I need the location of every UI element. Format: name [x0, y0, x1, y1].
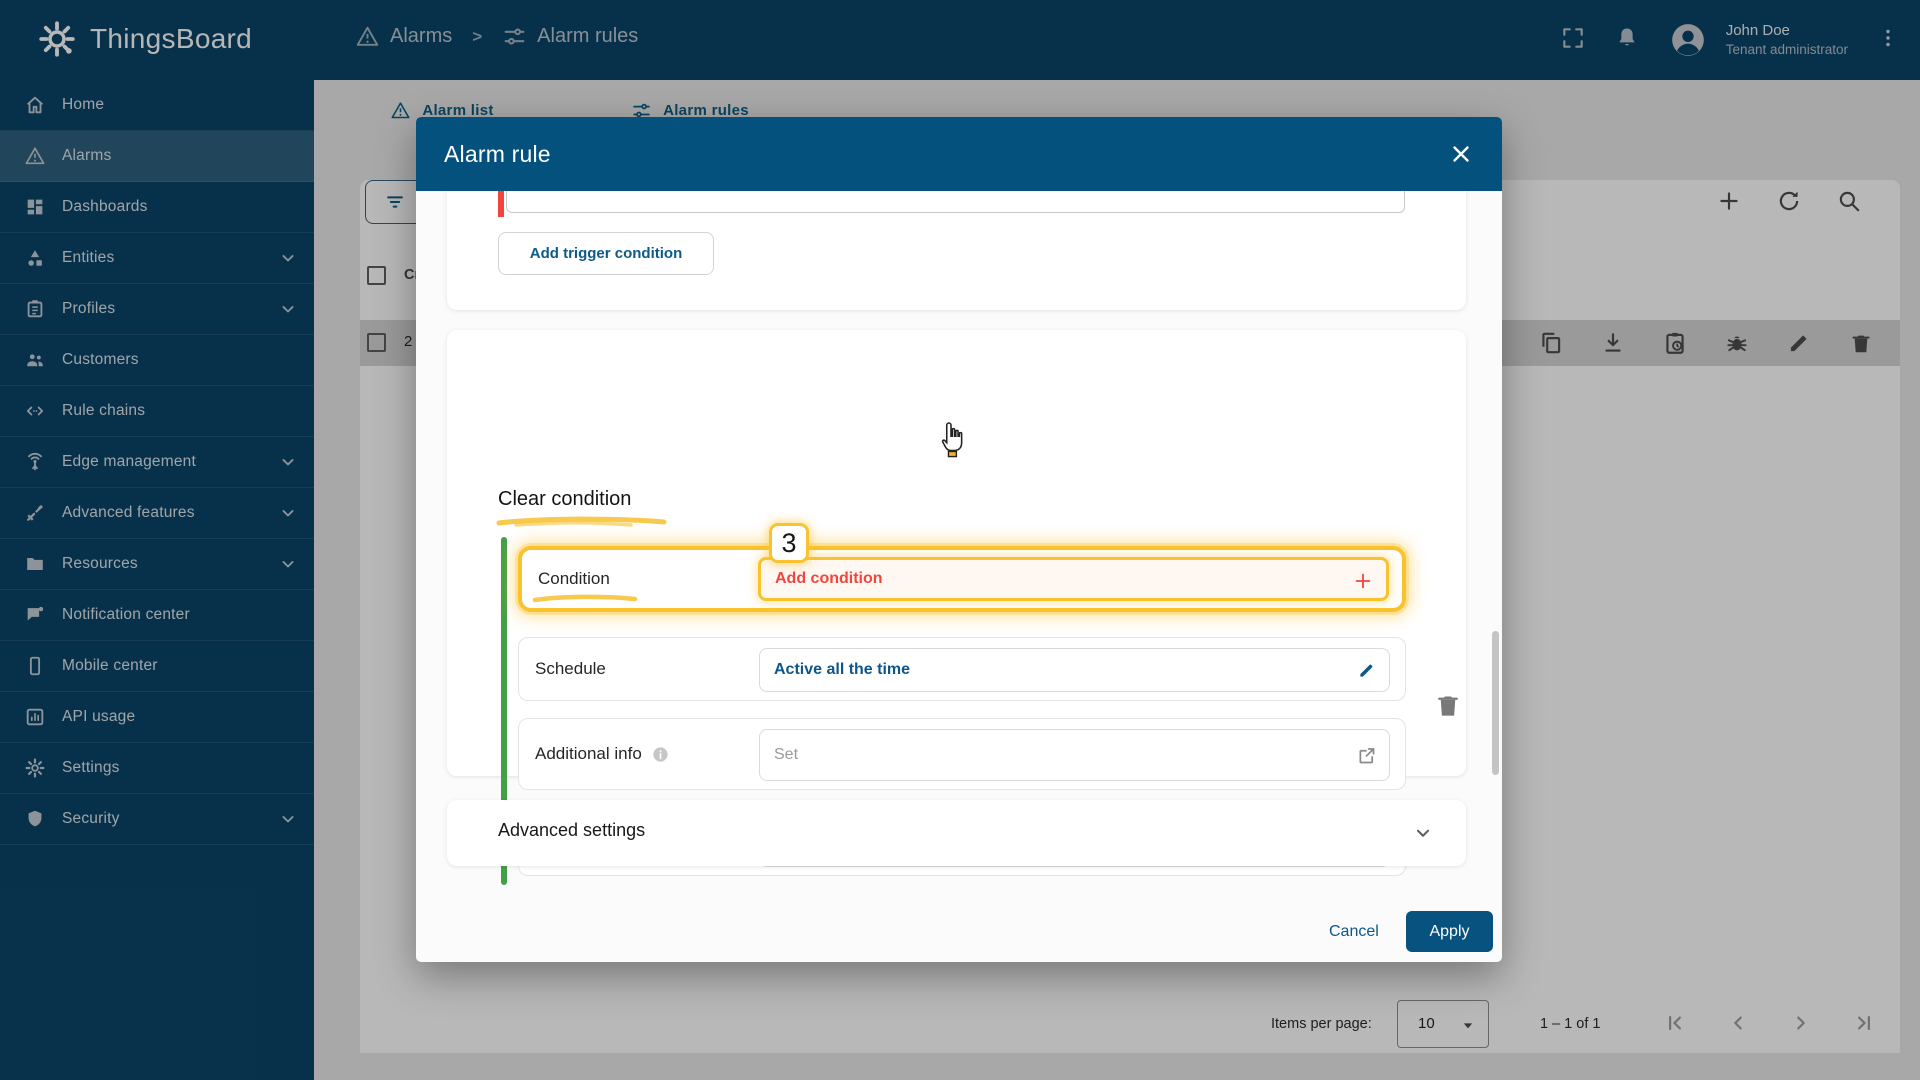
clear-condition-heading: Clear condition [498, 488, 632, 510]
schedule-field[interactable]: Active all the time [759, 648, 1390, 692]
thingsboard-app: ThingsBoard Alarms > Alarm rules John Do… [0, 0, 1920, 1080]
chevron-down-icon[interactable] [1412, 822, 1434, 844]
plus-icon[interactable] [1352, 570, 1374, 592]
add-trigger-condition-button[interactable]: Add trigger condition [498, 232, 714, 275]
add-condition-button[interactable]: Add condition [758, 557, 1389, 601]
schedule-row: Schedule Active all the time [518, 637, 1406, 701]
schedule-value: Active all the time [774, 661, 911, 678]
condition-row: Condition Add condition [518, 546, 1406, 612]
dialog-title: Alarm rule [444, 140, 551, 167]
edit-pencil-icon[interactable] [1356, 660, 1377, 681]
open-in-new-icon[interactable] [1356, 745, 1377, 766]
annotation-marker-underline [532, 594, 638, 603]
additional-info-row: Additional info Set [518, 718, 1406, 790]
trigger-condition-section: Add trigger condition [447, 191, 1466, 310]
cancel-button[interactable]: Cancel [1329, 916, 1379, 947]
additional-info-label: Additional info [535, 744, 670, 764]
condition-label: Condition [538, 569, 610, 588]
trigger-condition-field-partial [506, 191, 1405, 213]
additional-info-label-text: Additional info [535, 744, 642, 763]
delete-clear-condition-icon[interactable] [1433, 690, 1463, 720]
add-condition-label: Add condition [775, 570, 883, 587]
dialog-body: Add trigger condition Clear condition Co… [416, 191, 1502, 962]
validation-error-bar [498, 191, 504, 217]
advanced-settings-heading: Advanced settings [498, 820, 646, 840]
alarm-rule-dialog: Alarm rule Add trigger condition Clear c… [416, 117, 1502, 962]
additional-info-field[interactable]: Set [759, 729, 1390, 781]
info-icon [651, 745, 670, 764]
annotation-marker-underline [496, 516, 667, 527]
advanced-settings-section[interactable]: Advanced settings [447, 800, 1466, 866]
schedule-label: Schedule [535, 659, 606, 678]
dialog-header: Alarm rule [416, 117, 1502, 191]
close-icon[interactable] [1448, 141, 1474, 167]
annotation-step-badge: 3 [769, 523, 809, 563]
additional-info-placeholder: Set [774, 746, 799, 763]
apply-button[interactable]: Apply [1406, 911, 1493, 952]
dialog-scrollbar[interactable] [1492, 631, 1499, 775]
clear-condition-section: Clear condition Condition Add condition [447, 330, 1466, 885]
